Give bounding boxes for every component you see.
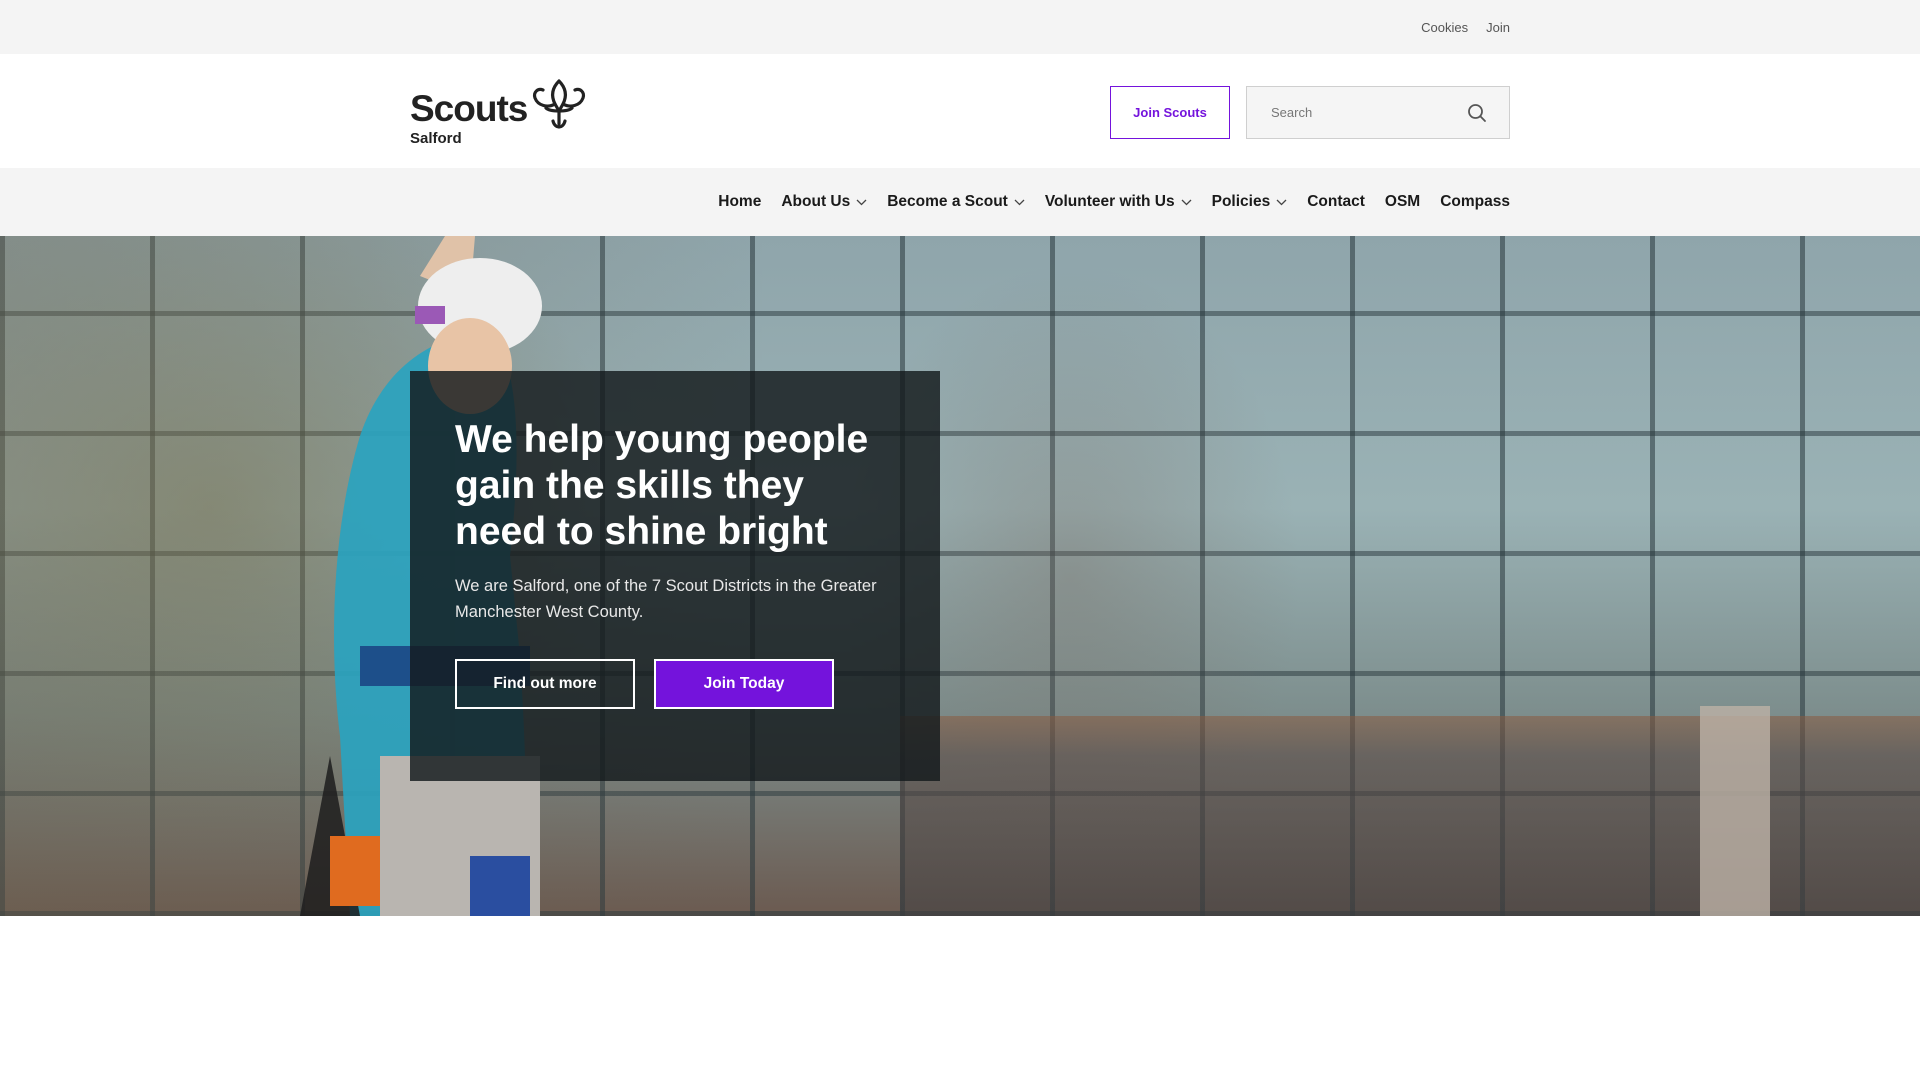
find-out-more-button[interactable]: Find out more [455, 659, 635, 709]
search-box [1246, 86, 1510, 139]
nav-item-volunteer-with-us[interactable]: Volunteer with Us [1045, 193, 1192, 211]
cookies-link[interactable]: Cookies [1421, 20, 1468, 35]
logo-district-name: Salford [410, 130, 462, 147]
nav-item-label: OSM [1384, 193, 1421, 210]
nav-item-policies[interactable]: Policies [1212, 193, 1288, 211]
fleur-de-lis-icon [532, 79, 586, 129]
search-input[interactable] [1247, 87, 1457, 138]
site-header: Scouts Salford Join Scouts [0, 54, 1920, 168]
utility-links: Cookies Join [1421, 0, 1510, 54]
nav-item-label: Contact [1307, 193, 1365, 210]
join-scouts-button[interactable]: Join Scouts [1110, 86, 1230, 139]
nav-item-contact[interactable]: Contact [1307, 193, 1365, 211]
nav-item-about-us[interactable]: About Us [781, 193, 867, 211]
nav-item-label: Become a Scout [887, 193, 1008, 210]
nav-item-label: Home [718, 193, 762, 210]
scouts-logo[interactable]: Scouts Salford [410, 78, 590, 150]
hero-background-pillar [1700, 706, 1770, 916]
chevron-down-icon [1276, 199, 1287, 205]
hero-title: We help young people gain the skills the… [455, 418, 869, 553]
hero-panel: We help young people gain the skills the… [410, 371, 940, 781]
nav-item-label: About Us [781, 193, 851, 210]
chevron-down-icon [856, 199, 867, 205]
hero-subtitle: We are Salford, one of the 7 Scout Distr… [455, 577, 877, 621]
nav-item-become-a-scout[interactable]: Become a Scout [887, 193, 1025, 211]
nav-items: Home About Us Become a Scout Volunteer w… [718, 168, 1510, 236]
utility-bar: Cookies Join [0, 0, 1920, 54]
nav-item-osm[interactable]: OSM [1385, 193, 1420, 211]
nav-item-compass[interactable]: Compass [1440, 193, 1510, 211]
nav-item-home[interactable]: Home [718, 193, 761, 211]
main-navigation: Home About Us Become a Scout Volunteer w… [0, 168, 1920, 236]
nav-item-label: Compass [1440, 193, 1510, 210]
hero-banner: We help young people gain the skills the… [0, 236, 1920, 916]
chevron-down-icon [1181, 199, 1192, 205]
chevron-down-icon [1014, 199, 1025, 205]
nav-item-label: Volunteer with Us [1044, 193, 1175, 210]
hero-buttons: Find out more Join Today [455, 659, 896, 709]
search-icon[interactable] [1467, 103, 1487, 123]
nav-item-label: Policies [1211, 193, 1271, 210]
join-link[interactable]: Join [1486, 20, 1510, 35]
join-today-button[interactable]: Join Today [654, 659, 834, 709]
logo-wordmark: Scouts [410, 88, 528, 129]
